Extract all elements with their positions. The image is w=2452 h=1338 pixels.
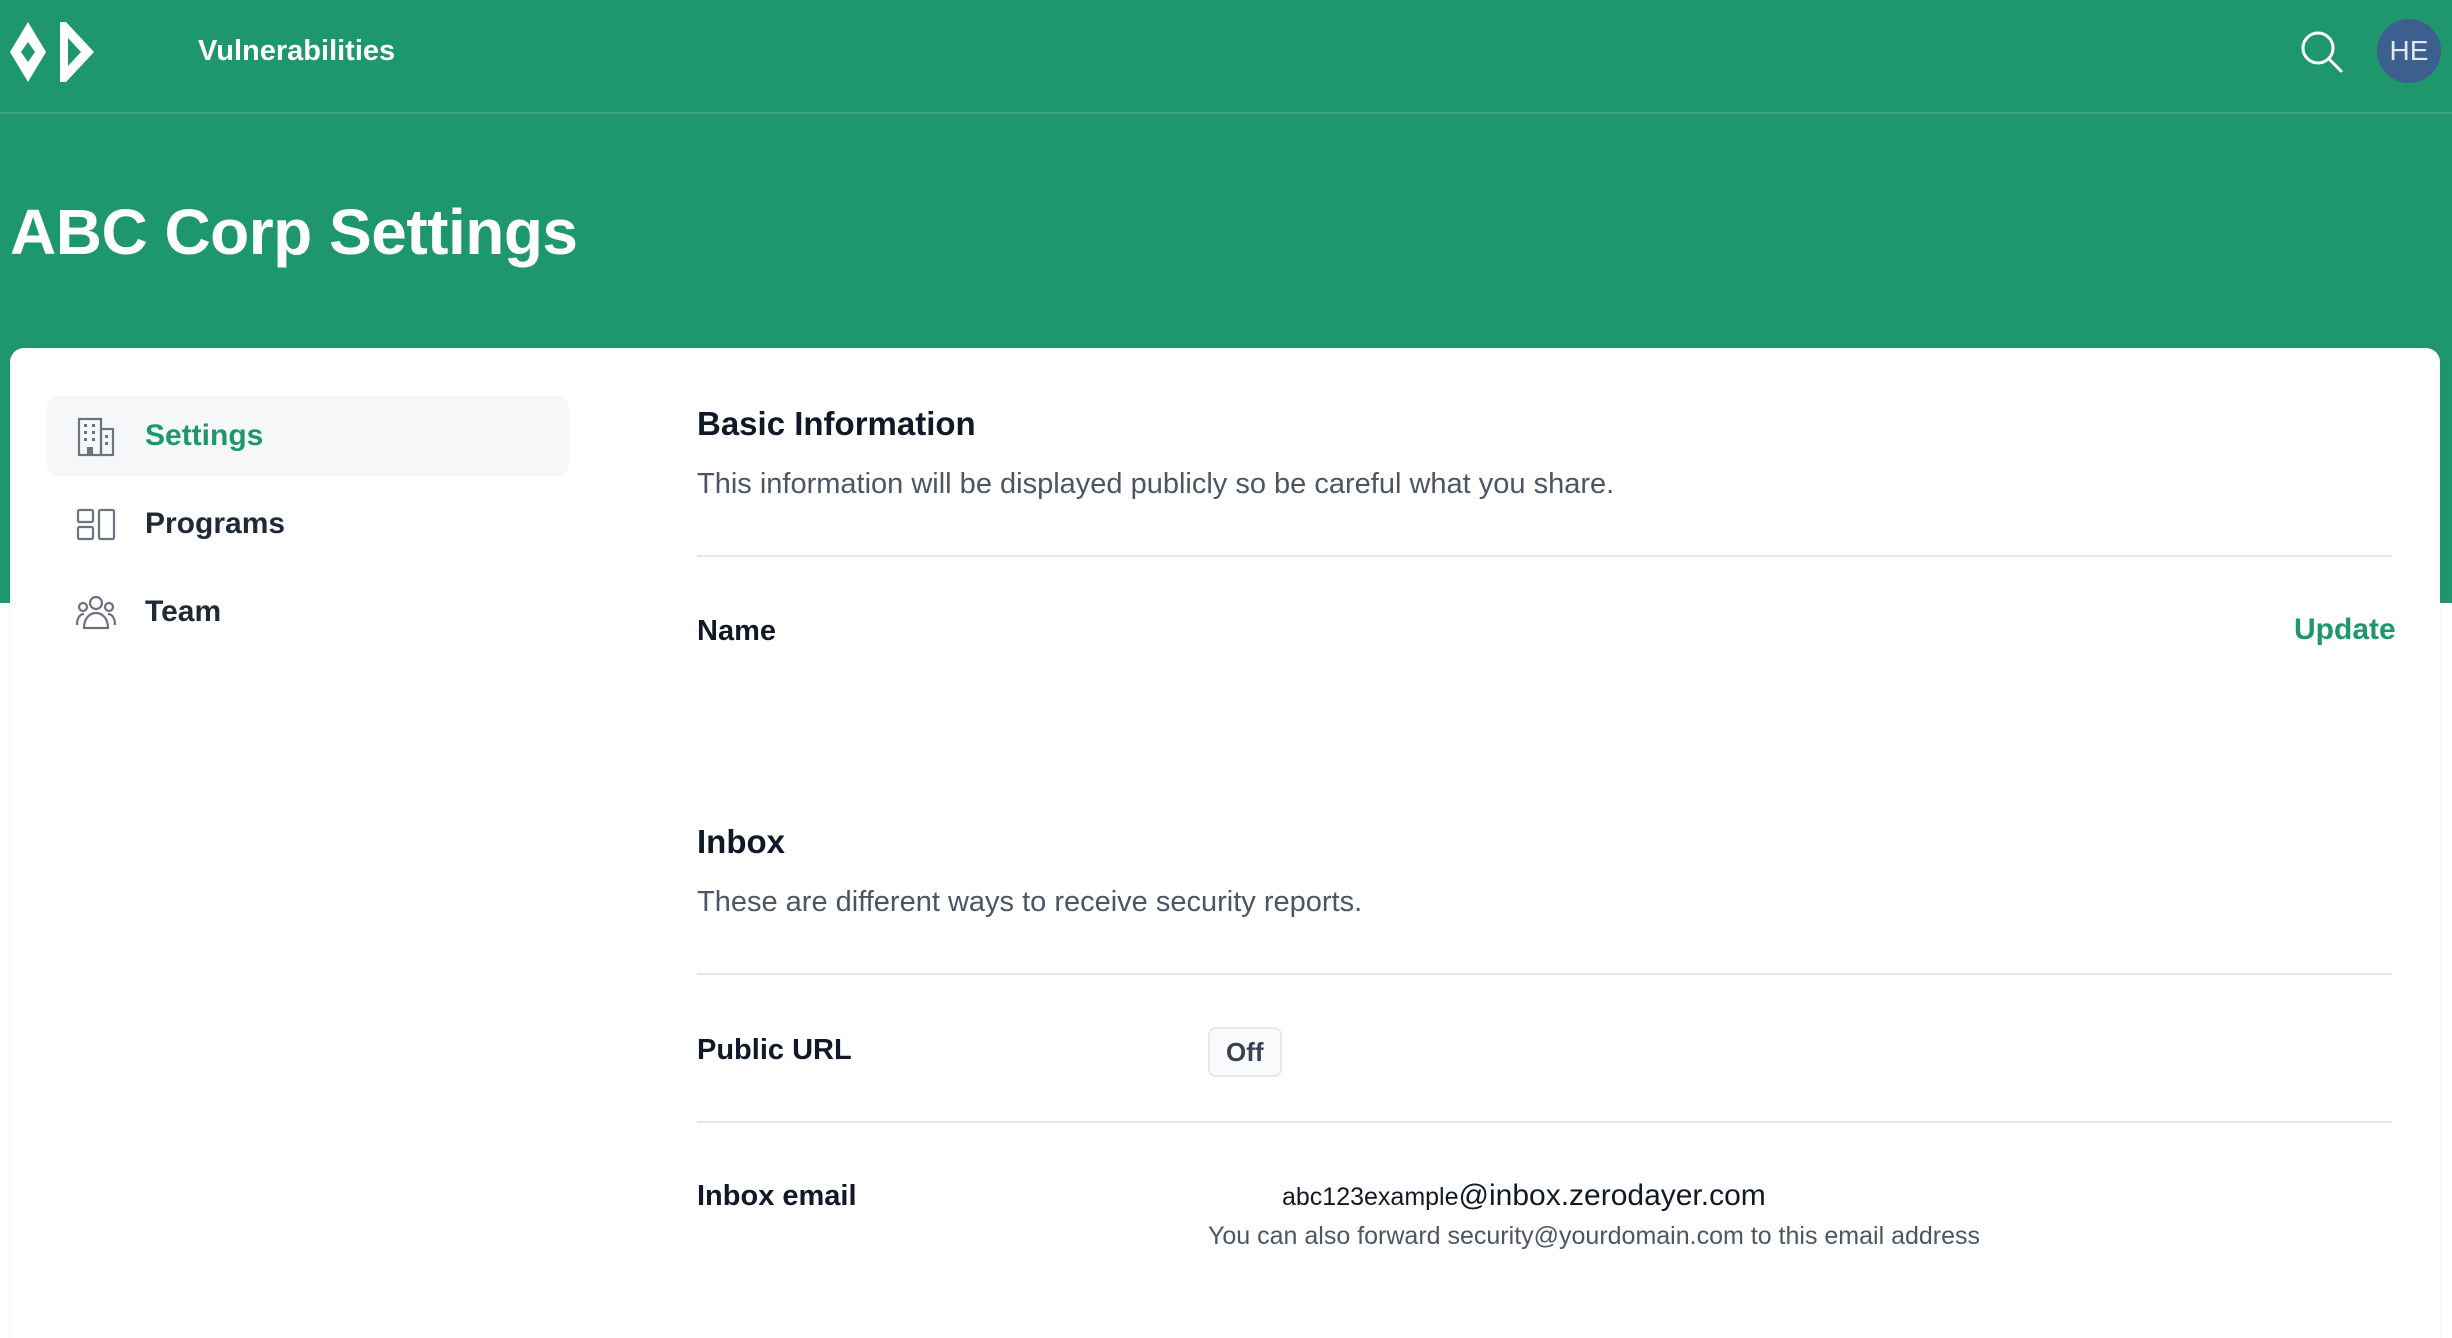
divider — [697, 555, 2392, 557]
sidebar-item-programs[interactable]: Programs — [47, 484, 569, 564]
page-title: ABC Corp Settings — [10, 196, 578, 268]
inbox-email-label: Inbox email — [697, 1180, 857, 1212]
users-icon — [75, 595, 117, 630]
divider — [697, 973, 2392, 975]
inbox-email-hint: You can also forward security@yourdomain… — [1208, 1222, 1981, 1250]
basic-information-description: This information will be displayed publi… — [697, 468, 1615, 500]
search-icon[interactable] — [2298, 28, 2344, 74]
layout-grid-icon — [76, 508, 116, 541]
inbox-email-value[interactable]: abc123example@inbox.zerodayer.com — [1282, 1178, 1766, 1219]
inbox-description: These are different ways to receive secu… — [697, 886, 1363, 918]
basic-information-heading: Basic Information — [697, 405, 976, 442]
name-label: Name — [697, 615, 776, 647]
user-avatar[interactable]: HE — [2377, 19, 2441, 83]
update-name-button[interactable]: Update — [2294, 612, 2396, 648]
building-icon — [77, 417, 115, 457]
public-url-status-badge[interactable]: Off — [1208, 1027, 1282, 1077]
inbox-heading: Inbox — [697, 823, 785, 860]
top-navigation-bar: Vulnerabilities HE — [0, 0, 2452, 114]
sidebar-item-label: Programs — [145, 507, 286, 540]
sidebar-item-label: Settings — [145, 419, 264, 452]
sidebar-item-settings[interactable]: Settings — [47, 396, 569, 476]
sidebar-item-label: Team — [145, 595, 222, 628]
inbox-email-local: abc123example — [1282, 1183, 1459, 1211]
inbox-email-domain: @inbox.zerodayer.com — [1458, 1179, 1766, 1212]
logo-icon[interactable] — [8, 20, 96, 84]
nav-link-vulnerabilities[interactable]: Vulnerabilities — [198, 34, 395, 68]
sidebar-item-team[interactable]: Team — [47, 572, 569, 652]
public-url-label: Public URL — [697, 1034, 852, 1066]
divider — [697, 1121, 2392, 1123]
